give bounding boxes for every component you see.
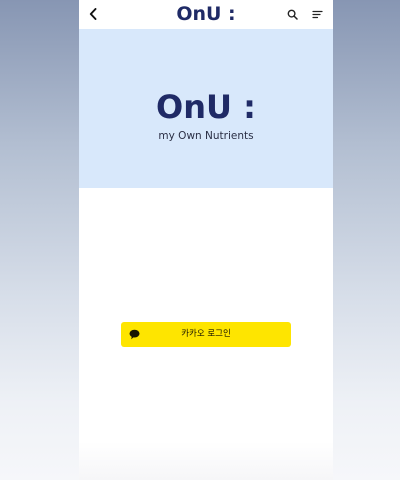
search-icon — [287, 9, 298, 20]
header-title-text[interactable]: OnU : — [176, 3, 235, 25]
hero-banner: OnU : my Own Nutrients — [79, 29, 333, 188]
menu-lines-icon — [311, 10, 323, 19]
search-button[interactable] — [285, 6, 300, 22]
app-screen: OnU : OnU : my Own Nutrients 카카오 로그인 — [79, 0, 333, 480]
chevron-left-icon — [89, 8, 97, 20]
kakao-login-button[interactable]: 카카오 로그인 — [121, 322, 291, 347]
hero-tagline: my Own Nutrients — [158, 130, 254, 142]
hero-logo: OnU : — [156, 88, 256, 126]
back-button[interactable] — [86, 5, 100, 23]
menu-button[interactable] — [309, 6, 325, 22]
top-header: OnU : — [79, 0, 333, 29]
kakao-login-label: 카카오 로그인 — [181, 329, 231, 339]
